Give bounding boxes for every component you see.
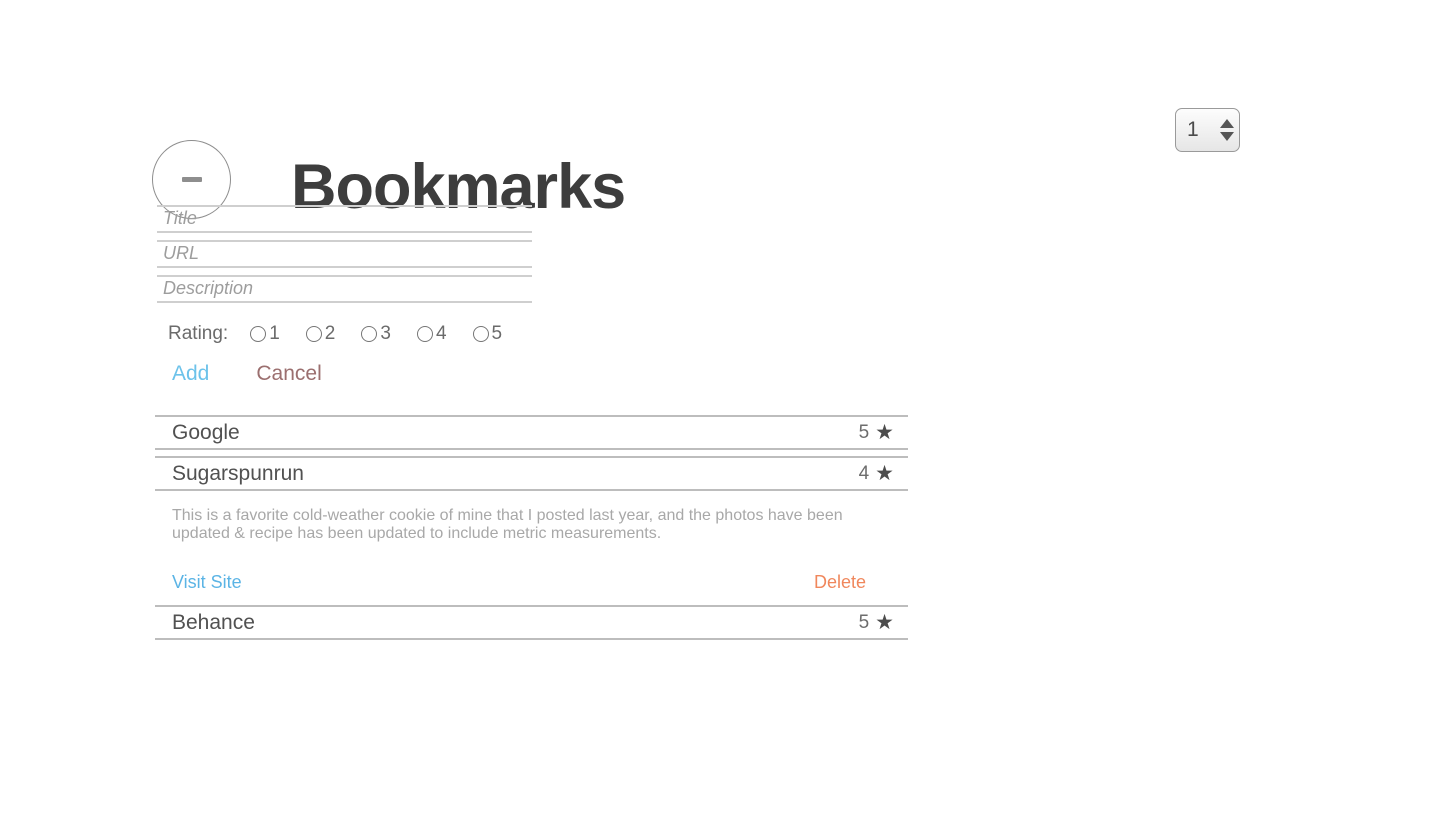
rating-option-5[interactable]: 5 [472, 322, 503, 346]
rating-radio-4[interactable] [416, 326, 433, 342]
rating-option-4-label: 4 [435, 323, 447, 344]
rating-option-4[interactable]: 4 [416, 322, 447, 346]
chevron-up-icon[interactable] [1219, 119, 1234, 128]
bookmark-list: Google 5 ★ Sugarspunrun 4 ★ This is a fa… [155, 415, 908, 640]
bookmark-row[interactable]: Behance 5 ★ [155, 605, 908, 640]
rating-label: Rating: [168, 323, 229, 344]
bookmark-rating-value: 5 [858, 421, 870, 443]
rating-option-3-label: 3 [380, 323, 391, 344]
rating-option-2[interactable]: 2 [305, 322, 336, 346]
form-actions: Add Cancel [172, 361, 322, 387]
bookmark-row[interactable]: Sugarspunrun 4 ★ [155, 456, 908, 491]
bookmark-rating-value: 4 [858, 462, 870, 484]
bookmark-item-sugarspunrun: Sugarspunrun 4 ★ This is a favorite cold… [155, 456, 908, 605]
bookmark-detail: This is a favorite cold-weather cookie o… [155, 491, 908, 605]
bookmark-item-google: Google 5 ★ [155, 415, 908, 450]
rating-option-5-label: 5 [491, 323, 503, 344]
title-input[interactable] [157, 205, 532, 233]
rating-option-1-label: 1 [269, 323, 280, 344]
description-input[interactable] [157, 275, 532, 303]
bookmark-item-behance: Behance 5 ★ [155, 605, 908, 640]
bookmarks-app: Bookmarks Rating: 1 2 3 4 [0, 0, 1440, 835]
bookmark-counter-stepper[interactable] [1175, 108, 1240, 152]
rating-option-3[interactable]: 3 [361, 322, 391, 346]
rating-radio-2[interactable] [305, 326, 322, 342]
star-icon: ★ [875, 462, 894, 485]
rating-option-1[interactable]: 1 [250, 322, 280, 346]
bookmark-title: Google [172, 420, 240, 444]
bookmark-rating-value: 5 [858, 611, 870, 633]
minus-bar-icon [181, 177, 202, 182]
cancel-button[interactable]: Cancel [256, 361, 321, 387]
rating-radio-group: Rating: 1 2 3 4 5 [168, 321, 528, 347]
chevron-down-icon[interactable] [1219, 132, 1234, 141]
bookmark-title: Sugarspunrun [172, 461, 304, 485]
rating-radio-3[interactable] [361, 326, 378, 342]
rating-option-2-label: 2 [324, 323, 336, 344]
bookmark-description: This is a favorite cold-weather cookie o… [172, 507, 843, 542]
bookmark-row[interactable]: Google 5 ★ [155, 415, 908, 450]
stepper-arrows[interactable] [1219, 111, 1239, 149]
star-icon: ★ [875, 421, 894, 444]
bookmark-rating: 5 ★ [859, 611, 894, 635]
visit-site-link[interactable]: Visit Site [172, 571, 242, 593]
bookmark-title: Behance [172, 610, 255, 634]
url-input[interactable] [157, 240, 532, 268]
bookmark-counter-input[interactable] [1176, 117, 1219, 143]
bookmark-detail-actions: Visit Site Delete [155, 543, 908, 605]
rating-radio-1[interactable] [250, 326, 267, 342]
delete-button[interactable]: Delete [814, 571, 866, 593]
bookmark-rating: 5 ★ [859, 421, 894, 445]
star-icon: ★ [875, 611, 894, 634]
rating-radio-5[interactable] [472, 326, 489, 342]
add-bookmark-form [157, 205, 532, 310]
add-button[interactable]: Add [172, 361, 209, 387]
bookmark-rating: 4 ★ [859, 462, 894, 486]
